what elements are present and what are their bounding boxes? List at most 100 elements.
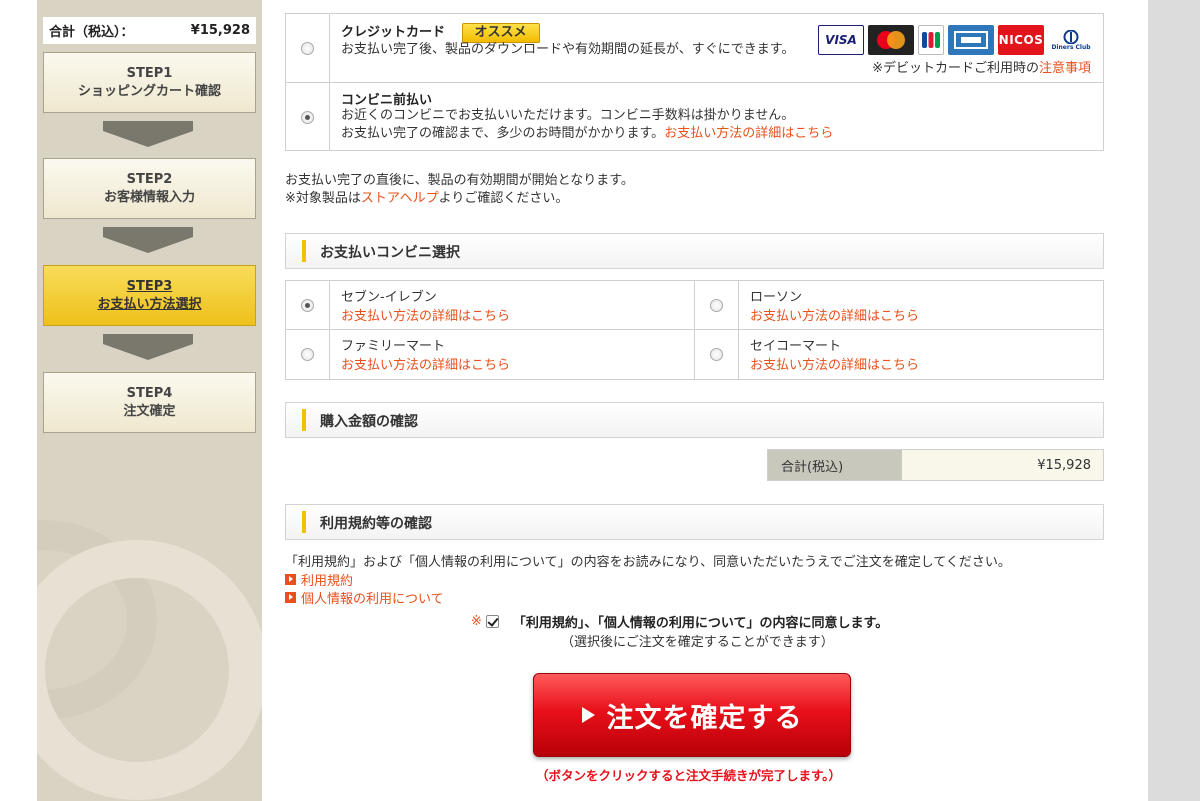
store-detail-link[interactable]: お支払い方法の詳細はこちら [341,354,510,373]
section-header-amount: 購入金額の確認 [285,402,1104,438]
store-option-seven-eleven[interactable]: セブン-イレブン お支払い方法の詳細はこちら [286,281,695,330]
purchase-total-table: 合計(税込) ¥15,928 [767,449,1104,481]
radio-cell [695,281,739,330]
section-header-store: お支払いコンビニ選択 [285,233,1104,269]
agree-label[interactable]: 「利用規約」、「個人情報の利用について」の内容に同意します。 [513,612,888,631]
radio-cell [695,330,739,379]
card-brand-logos: VISA NICOS Diners Club [818,25,1094,55]
step-label: お客様情報入力 [103,190,195,205]
agree-checkbox[interactable] [485,615,499,628]
recommended-badge: オススメ [461,22,540,43]
debit-card-note: ※デビットカードご利用時の注意事項 [872,57,1091,76]
nicos-logo-icon: NICOS [998,25,1044,55]
diners-text: Diners Club [1051,43,1091,51]
radio-cell [286,14,330,82]
step-4-order-confirm: STEP4 注文確定 [43,372,256,433]
right-gutter [1148,0,1200,801]
store-help-link[interactable]: ストアヘルプ [361,191,439,206]
store-help-prefix: ※対象製品は [285,191,361,206]
step-number: STEP1 [126,66,173,81]
section-bar-icon [302,240,306,262]
debit-note-link[interactable]: 注意事項 [1039,61,1091,76]
seven-eleven-radio[interactable] [301,299,314,312]
step-2-customer-info: STEP2 お客様情報入力 [43,158,256,219]
credit-card-radio[interactable] [301,41,314,55]
amex-logo-icon [948,25,994,55]
section-header-terms: 利用規約等の確認 [285,504,1104,540]
step-arrow-icon [103,334,193,360]
validity-note: お支払い完了の直後に、製品の有効期間が開始となります。 [285,173,634,188]
play-arrow-icon [581,707,595,723]
section-title: お支払いコンビニ選択 [320,245,460,261]
sidebar-total-value: ¥15,928 [190,23,250,38]
radio-cell [286,281,330,330]
sidebar-total: 合計（税込）： ¥15,928 [43,17,256,44]
confirm-button-note: （ボタンをクリックすると注文手続きが完了します。） [536,768,842,783]
terms-link-row: 利用規約 [285,570,353,589]
privacy-link-row: 個人情報の利用について [285,588,444,607]
visa-logo-icon: VISA [818,25,864,55]
section-title: 利用規約等の確認 [320,516,432,532]
convenience-desc-line2: お支払い完了の確認まで、多少のお時間がかかります。 [341,126,665,141]
step-arrow-icon [103,227,193,253]
store-option-lawson[interactable]: ローソン お支払い方法の詳細はこちら [695,281,1104,330]
store-detail-link[interactable]: お支払い方法の詳細はこちら [750,305,919,324]
store-help-suffix: よりご確認ください。 [438,191,569,206]
store-name: ローソン [750,290,803,305]
debit-note-text: ※デビットカードご利用時の [872,61,1039,76]
store-name: ファミリーマート [341,339,446,354]
store-name: セブン-イレブン [341,290,437,305]
step-label: ショッピングカート確認 [77,84,221,99]
familymart-radio[interactable] [301,348,314,361]
credit-card-title: クレジットカード オススメ [341,21,540,43]
total-label: 合計(税込) [768,450,902,480]
convenience-desc-line1: お近くのコンビニでお支払いいただけます。コンビニ手数料は掛かりません。 [341,108,795,123]
agree-sub-note: （選択後にご注文を確定することができます） [561,635,834,650]
step-3-payment-method[interactable]: STEP3 お支払い方法選択 [43,265,256,326]
credit-card-title-text: クレジットカード [341,25,446,40]
convenience-detail-link[interactable]: お支払い方法の詳細はこちら [664,126,833,141]
step-number: STEP3 [126,279,173,294]
store-name: セイコーマート [750,339,842,354]
payment-method-table: クレジットカード オススメ お支払い完了後、製品のダウンロードや有効期間の延長が… [285,13,1104,151]
confirm-order-button[interactable]: 注文を確定する [533,673,851,757]
payment-option-convenience[interactable]: コンビニ前払い お近くのコンビニでお支払いいただけます。コンビニ手数料は掛かりま… [286,83,1103,151]
section-bar-icon [302,409,306,431]
agree-checkbox-row[interactable]: ※ 「利用規約」、「個人情報の利用について」の内容に同意します。 [471,612,888,631]
section-bar-icon [302,511,306,533]
arrow-bullet-icon [285,592,296,603]
credit-card-desc: お支払い完了後、製品のダウンロードや有効期間の延長が、すぐにできます。 [341,42,795,57]
radio-cell [286,83,330,151]
step-label: お支払い方法選択 [97,297,202,312]
decorative-ring-icon [37,540,262,800]
store-detail-link[interactable]: お支払い方法の詳細はこちら [750,354,919,373]
arrow-bullet-icon [285,574,296,585]
jcb-logo-icon [918,25,944,55]
lawson-radio[interactable] [710,299,723,312]
store-help-note: ※対象製品はストアヘルプよりご確認ください。 [285,190,568,208]
store-option-seicomart[interactable]: セイコーマート お支払い方法の詳細はこちら [695,330,1104,379]
store-option-familymart[interactable]: ファミリーマート お支払い方法の詳細はこちら [286,330,695,379]
step-number: STEP2 [126,172,173,187]
step-number: STEP4 [126,386,173,401]
store-detail-link[interactable]: お支払い方法の詳細はこちら [341,305,510,324]
step-1-shopping-cart: STEP1 ショッピングカート確認 [43,52,256,113]
seicomart-radio[interactable] [710,348,723,361]
checkout-sidebar: 合計（税込）： ¥15,928 STEP1 ショッピングカート確認 STEP2 … [37,0,262,801]
privacy-policy-link[interactable]: 個人情報の利用について [301,588,444,607]
diners-club-logo-icon: Diners Club [1048,25,1094,55]
confirm-button-label: 注文を確定する [606,702,803,734]
required-mark: ※ [471,614,482,629]
total-value: ¥15,928 [902,450,1103,480]
convenience-store-radio[interactable] [301,110,314,124]
step-label: 注文確定 [123,404,176,419]
terms-instruction: 「利用規約」および「個人情報の利用について」の内容をお読みになり、同意いただいた… [285,555,1011,570]
convenience-title: コンビニ前払い [341,93,433,108]
store-selection-grid: セブン-イレブン お支払い方法の詳細はこちら ローソン お支払い方法の詳細はこち… [285,280,1104,380]
section-title: 購入金額の確認 [320,414,418,430]
mastercard-logo-icon [868,25,914,55]
terms-of-use-link[interactable]: 利用規約 [301,570,353,589]
step-arrow-icon [103,121,193,147]
payment-option-credit[interactable]: クレジットカード オススメ お支払い完了後、製品のダウンロードや有効期間の延長が… [286,14,1103,83]
convenience-desc: お近くのコンビニでお支払いいただけます。コンビニ手数料は掛かりません。 お支払い… [341,107,833,143]
